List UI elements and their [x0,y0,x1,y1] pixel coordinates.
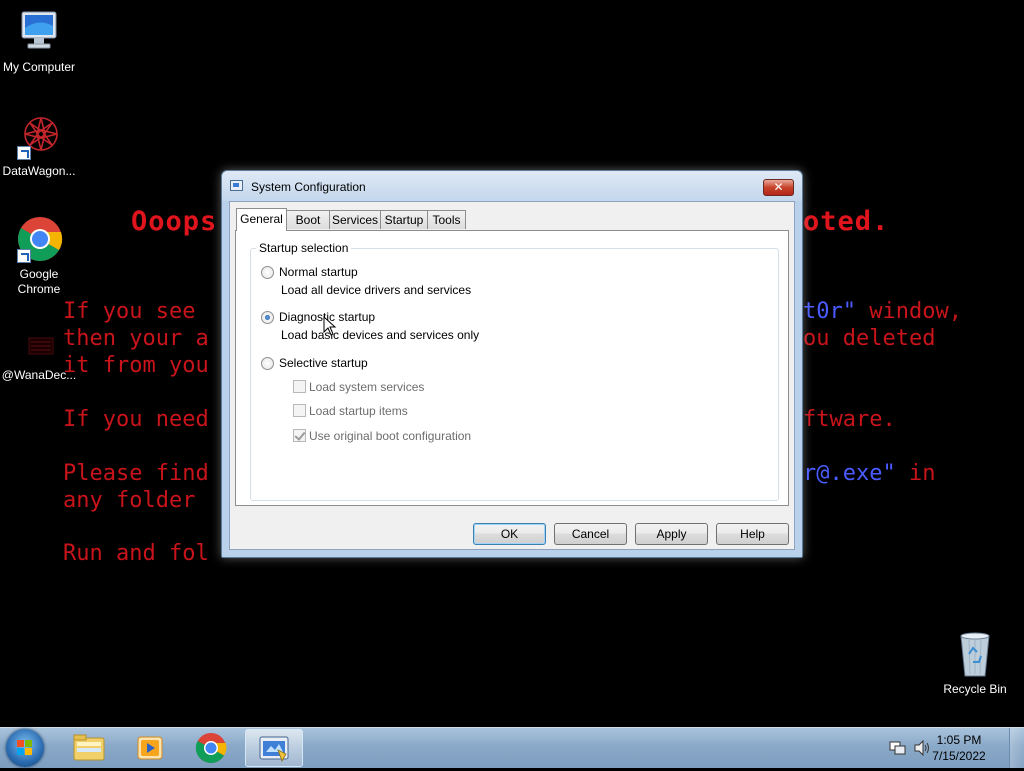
diagnostic-startup-description: Load basic devices and services only [281,328,480,342]
use-original-boot-config-label: Use original boot configuration [309,429,472,443]
wallpaper-headline-right: oted. [803,206,890,237]
wallpaper-filename-text: r@.exe" [803,461,896,486]
chrome-icon [195,733,227,764]
wallpaper-line-5-right: r@.exe" in [803,460,935,487]
diagnostic-startup-radio[interactable] [261,311,274,324]
wallpaper-line-1-rest: window, [855,299,962,324]
wallpaper-line-4-right: ftware. [803,407,896,432]
shortcut-arrow-icon [17,249,31,263]
tab-services[interactable]: Services [329,210,381,229]
wallpaper-line-3-left: it from you [63,353,209,378]
desktop-icon-label: My Computer [2,60,76,74]
desktop-icon-label: DataWagon... [2,164,76,178]
general-tab-page: Startup selection Normal startup Load al… [235,230,789,506]
use-original-boot-config-checkbox[interactable] [293,429,306,442]
tab-startup[interactable]: Startup [380,210,428,229]
window-titlebar[interactable]: System Configuration ✕ [222,171,802,201]
normal-startup-label[interactable]: Normal startup [279,265,358,279]
taskbar: 1:05 PM 7/15/2022 [0,727,1024,768]
desktop-icon-recycle-bin[interactable]: Recycle Bin [933,630,1017,697]
clock-time: 1:05 PM [936,733,982,747]
desktop-icon-label: Recycle Bin [943,682,1007,696]
load-startup-items-label: Load startup items [309,404,408,418]
wanadecryptor-icon [15,328,63,364]
close-icon: ✕ [773,180,784,194]
system-configuration-icon [259,736,289,762]
normal-startup-radio[interactable] [261,266,274,279]
desktop-icon-wanadecryptor[interactable]: @WanaDec... [0,328,81,383]
media-player-icon [137,736,163,760]
close-button[interactable]: ✕ [763,179,794,196]
taskbar-media-player[interactable] [121,729,179,767]
taskbar-clock[interactable]: 1:05 PM 7/15/2022 [924,732,994,764]
wallpaper-line-1-left: If you see [63,299,209,324]
apply-button[interactable]: Apply [635,523,708,545]
recycle-bin-icon [951,630,999,678]
clock-date: 7/15/2022 [932,749,986,763]
tab-boot[interactable]: Boot [286,210,330,229]
ok-button[interactable]: OK [473,523,546,545]
load-system-services-label: Load system services [309,380,425,394]
desktop-icon-my-computer[interactable]: My Computer [0,8,81,75]
selective-startup-label[interactable]: Selective startup [279,356,368,370]
tab-tools[interactable]: Tools [427,210,466,229]
dialog-client-area: General Boot Services Startup Tools Star… [229,201,795,550]
show-desktop-button[interactable] [1009,728,1024,768]
mouse-cursor-icon [323,316,337,336]
network-icon[interactable] [889,740,907,756]
datawagon-icon [15,112,63,160]
tab-general[interactable]: General [236,208,287,231]
desktop-icon-label: Google Chrome [17,267,61,296]
windows-explorer-icon [73,734,105,761]
load-system-services-checkbox[interactable] [293,380,306,393]
wallpaper-headline-left: Ooops [131,206,218,237]
wallpaper-line-4-left: If you need [63,407,209,432]
wallpaper-line-2-right: ou deleted [803,326,936,351]
window-title: System Configuration [251,180,366,194]
system-configuration-window: System Configuration ✕ General Boot Serv… [221,170,803,558]
taskbar-system-configuration[interactable] [245,729,303,767]
desktop-icon-datawagon[interactable]: DataWagon... [0,112,81,179]
desktop-icon-google-chrome[interactable]: Google Chrome [0,215,81,297]
windows-logo-icon [17,740,33,756]
wallpaper-link-text: t0r" [803,299,856,324]
taskbar-windows-explorer[interactable] [60,729,118,767]
wallpaper-line-2-left: then your a [63,326,209,351]
wallpaper-line-5-rest: in [895,461,936,486]
system-configuration-icon [230,180,243,191]
wallpaper-line-7-left: Run and fol [63,541,209,566]
selective-startup-radio[interactable] [261,357,274,370]
desktop-icon-label: @WanaDec... [1,368,77,382]
shortcut-arrow-icon [17,146,31,160]
wallpaper-line-5-left: Please find [63,461,209,486]
computer-icon [15,8,63,56]
help-button[interactable]: Help [716,523,789,545]
startup-selection-label: Startup selection [256,241,352,255]
start-button[interactable] [6,729,44,767]
load-startup-items-checkbox[interactable] [293,404,306,417]
wallpaper-line-6-left: any folder [63,488,209,513]
taskbar-chrome[interactable] [182,729,240,767]
chrome-icon [15,215,63,263]
cancel-button[interactable]: Cancel [554,523,627,545]
wallpaper-line-1-right: t0r" window, [803,298,962,325]
normal-startup-description: Load all device drivers and services [281,283,472,297]
